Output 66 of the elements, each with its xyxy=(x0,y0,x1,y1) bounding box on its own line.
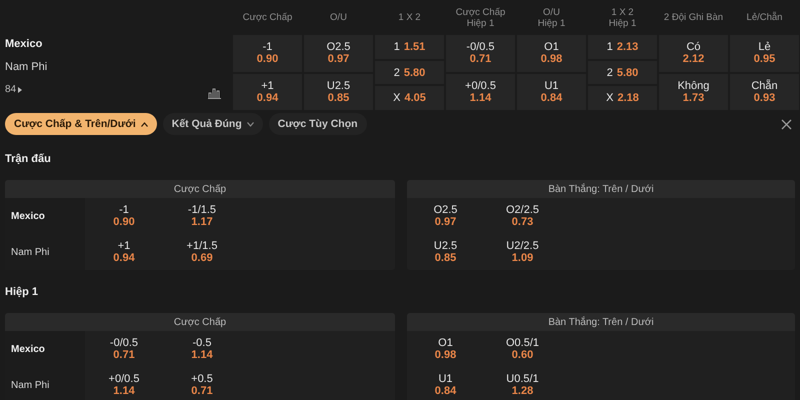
team-name: Mexico xyxy=(5,198,85,234)
filter-tab[interactable]: Kết Quả Đúng xyxy=(162,113,263,135)
column-header: O/U xyxy=(543,6,560,18)
caret-icon xyxy=(140,122,148,126)
odds-cell[interactable]: Có 2.12 xyxy=(659,35,728,72)
column-header: 2 Đội Ghi Bàn xyxy=(664,12,724,23)
filter-tab[interactable]: Cược Tùy Chọn xyxy=(268,113,367,135)
odds-cell[interactable]: +0.5 0.71 xyxy=(163,367,241,400)
odds-cell[interactable]: O0.5/1 0.60 xyxy=(484,331,561,367)
filter-tab[interactable]: Cược Chấp & Trên/Dưới xyxy=(5,113,157,135)
odds-cell[interactable]: Lẻ 0.95 xyxy=(730,35,799,72)
odds-cell[interactable]: O2.5 0.97 xyxy=(304,35,373,72)
odds-cell[interactable]: -1/1.5 1.17 xyxy=(163,198,241,234)
team-name: Nam Phi xyxy=(5,234,85,270)
chevron-right-icon[interactable] xyxy=(18,86,22,92)
team-name: Mexico xyxy=(5,38,44,50)
team-name: Nam Phi xyxy=(5,367,85,400)
odds-cell[interactable]: O1 0.98 xyxy=(407,331,484,367)
odds-cell[interactable]: -1 0.90 xyxy=(233,35,302,72)
column-header: Hiệp 1 xyxy=(466,18,494,28)
market-count[interactable]: 84 xyxy=(5,84,16,95)
odds-cell[interactable]: -0/0.5 0.71 xyxy=(85,331,163,367)
column-header: 1 X 2 xyxy=(398,12,421,23)
odds-cell[interactable]: +0/0.5 1.14 xyxy=(85,367,163,400)
bar-chart-icon[interactable] xyxy=(208,86,221,99)
caret-icon xyxy=(246,122,254,126)
odds-cell[interactable]: -0.5 1.14 xyxy=(163,331,241,367)
odds-cell[interactable]: -1 0.90 xyxy=(85,198,163,234)
odds-cell[interactable]: U2.5 0.85 xyxy=(407,234,484,270)
odds-cell[interactable]: X 4.05 xyxy=(375,86,444,110)
section-title: Hiệp 1 xyxy=(4,285,40,300)
column-header: Hiệp 1 xyxy=(538,18,566,28)
column-header: O/U xyxy=(330,12,347,23)
column-header: 1 X 2 xyxy=(611,6,634,18)
panel-title: Cược Chấp xyxy=(5,180,395,198)
odds-cell[interactable]: U2.5 0.85 xyxy=(304,74,373,110)
odds-cell[interactable]: Không 1.73 xyxy=(659,74,728,110)
column-header: Lẻ/Chẵn xyxy=(746,12,782,23)
odds-cell[interactable]: O1 0.98 xyxy=(517,35,586,72)
odds-cell[interactable]: O2/2.5 0.73 xyxy=(484,198,561,234)
odds-cell[interactable]: U2/2.5 1.09 xyxy=(484,234,561,270)
column-header: Cược Chấp xyxy=(242,12,292,23)
odds-cell[interactable]: +1 0.94 xyxy=(85,234,163,270)
odds-cell[interactable]: 2 5.80 xyxy=(375,60,444,84)
odds-cell[interactable]: X 2.18 xyxy=(588,86,657,110)
odds-cell[interactable]: +0/0.5 1.14 xyxy=(446,74,515,110)
odds-cell[interactable]: U0.5/1 1.28 xyxy=(484,367,561,400)
odds-cell[interactable]: U1 0.84 xyxy=(517,74,586,110)
team-name: Nam Phi xyxy=(5,61,48,73)
close-icon[interactable] xyxy=(781,118,792,130)
odds-cell[interactable]: +1 0.94 xyxy=(233,74,302,110)
odds-cell[interactable]: +1/1.5 0.69 xyxy=(163,234,241,270)
odds-cell[interactable]: U1 0.84 xyxy=(407,367,484,400)
panel-title: Cược Chấp xyxy=(5,313,395,331)
odds-cell[interactable]: 2 5.80 xyxy=(588,60,657,84)
odds-cell[interactable]: 1 1.51 xyxy=(375,35,444,59)
odds-cell[interactable]: Chẵn 0.93 xyxy=(730,74,799,110)
odds-cell[interactable]: -0/0.5 0.71 xyxy=(446,35,515,72)
panel-title: Bàn Thắng: Trên / Dưới xyxy=(407,313,795,331)
column-header: Cược Chấp xyxy=(456,6,506,18)
panel-title: Bàn Thắng: Trên / Dưới xyxy=(407,180,795,198)
team-name: Mexico xyxy=(5,331,85,367)
column-header: Hiệp 1 xyxy=(608,18,636,28)
section-title: Trận đấu xyxy=(4,152,52,167)
odds-cell[interactable]: O2.5 0.97 xyxy=(407,198,484,234)
odds-cell[interactable]: 1 2.13 xyxy=(588,35,657,59)
